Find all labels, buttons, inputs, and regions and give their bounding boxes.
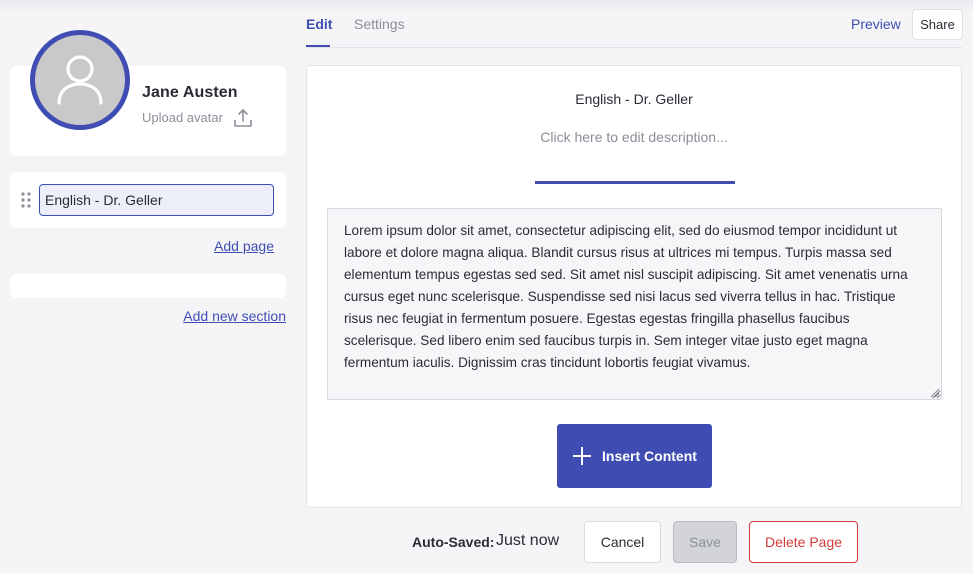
cancel-button[interactable]: Cancel: [584, 521, 661, 563]
add-section-link[interactable]: Add new section: [183, 308, 286, 324]
share-button[interactable]: Share: [912, 9, 963, 40]
avatar[interactable]: [30, 30, 130, 130]
active-tab-indicator: [306, 45, 330, 47]
section-card: [10, 274, 286, 298]
plus-icon: [573, 447, 592, 465]
top-shadow: [0, 0, 973, 14]
insert-content-label: Insert Content: [602, 448, 697, 464]
upload-avatar-link[interactable]: Upload avatar: [142, 110, 223, 125]
autosaved-label: Auto-Saved:: [412, 534, 495, 550]
autosaved-value: Just now: [496, 532, 560, 549]
insert-content-button[interactable]: Insert Content: [557, 424, 712, 488]
preview-link[interactable]: Preview: [851, 16, 901, 32]
page-title-field[interactable]: [39, 184, 274, 216]
upload-icon[interactable]: [233, 108, 253, 128]
tabs-divider: [306, 47, 962, 48]
resize-grip-icon[interactable]: [928, 386, 940, 398]
tab-settings[interactable]: Settings: [354, 16, 405, 32]
page-heading: English - Dr. Geller: [575, 91, 693, 107]
user-name: Jane Austen: [142, 84, 238, 101]
add-page-link[interactable]: Add page: [214, 238, 274, 254]
delete-page-button[interactable]: Delete Page: [749, 521, 858, 563]
drag-handle-icon[interactable]: [21, 192, 31, 208]
description-placeholder[interactable]: Click here to edit description...: [306, 129, 962, 145]
user-silhouette-icon: [57, 55, 103, 105]
description-underline: [535, 181, 735, 184]
tab-edit[interactable]: Edit: [306, 16, 332, 32]
content-textarea[interactable]: Lorem ipsum dolor sit amet, consectetur …: [327, 208, 942, 400]
save-button[interactable]: Save: [673, 521, 737, 563]
